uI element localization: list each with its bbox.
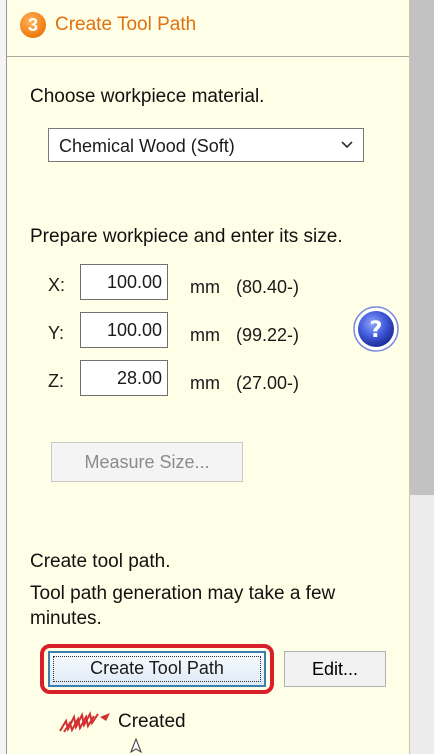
x-size-input[interactable]: 100.00 <box>80 264 168 300</box>
x-unit: mm <box>190 277 220 297</box>
z-unit: mm <box>190 373 220 393</box>
panel-title: Create Tool Path <box>55 14 197 35</box>
edit-button[interactable]: Edit... <box>284 651 386 687</box>
x-min-hint: (80.40-) <box>236 277 300 297</box>
help-icon[interactable]: ? <box>352 305 400 353</box>
toolpath-note-line1: Tool path generation may take a few <box>30 583 336 604</box>
svg-text:?: ? <box>370 318 383 343</box>
x-axis-label: X: <box>48 275 66 295</box>
panel-header[interactable]: 3 Create Tool Path <box>7 0 409 57</box>
mouse-pointer-icon <box>130 738 142 754</box>
size-prompt: Prepare workpiece and enter its size. <box>30 226 343 247</box>
create-tool-path-button[interactable]: Create Tool Path <box>48 651 266 687</box>
toolpath-heading: Create tool path. <box>30 551 171 572</box>
step-badge-icon: 3 <box>20 12 46 38</box>
toolpath-created-icon <box>59 711 110 733</box>
y-size-input[interactable]: 100.00 <box>80 312 168 348</box>
material-selected-value: Chemical Wood (Soft) <box>59 136 235 156</box>
toolpath-status: Created <box>118 711 186 732</box>
chevron-down-icon <box>341 141 353 149</box>
y-axis-label: Y: <box>48 323 65 343</box>
toolpath-note-line2: minutes. <box>30 608 102 629</box>
material-select[interactable]: Chemical Wood (Soft) <box>48 128 364 162</box>
focus-rectangle <box>53 656 261 682</box>
left-frame-edge <box>0 0 7 754</box>
z-axis-label: Z: <box>48 371 64 391</box>
measure-size-button[interactable]: Measure Size... <box>51 442 243 482</box>
z-min-hint: (27.00-) <box>236 373 300 393</box>
y-unit: mm <box>190 325 220 345</box>
z-size-input[interactable]: 28.00 <box>80 360 168 396</box>
y-min-hint: (99.22-) <box>236 325 300 345</box>
material-prompt: Choose workpiece material. <box>30 86 265 107</box>
scrollbar-thumb[interactable] <box>410 0 434 495</box>
